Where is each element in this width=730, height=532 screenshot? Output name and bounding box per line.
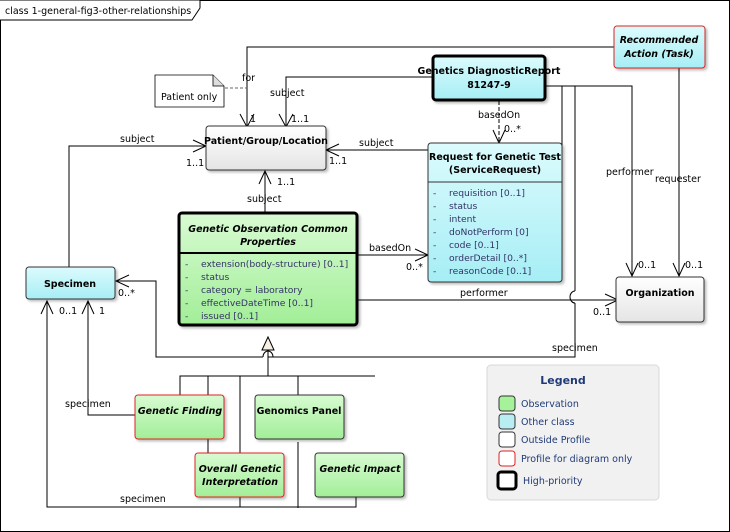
label-request-subject: subject	[359, 138, 394, 149]
note-patient-only[interactable]: Patient only	[154, 74, 225, 108]
mult-request-subject: 1..1	[329, 156, 347, 167]
label-specimen-subject: subject	[120, 134, 155, 145]
class-genetic-impact[interactable]: Genetic Impact	[314, 452, 405, 498]
mult-obs-basedon: 0..*	[406, 262, 423, 273]
legend-item-outside-profile: Outside Profile	[521, 435, 590, 446]
legend-swatch-other-class	[498, 413, 516, 430]
class-name: Organization	[625, 288, 694, 299]
label-for: for	[242, 73, 255, 84]
class-name-line1: Overall Genetic	[199, 464, 282, 475]
mult-obs-subject: 1..1	[277, 177, 295, 188]
attribute-dash: -	[433, 201, 436, 212]
legend-item-high-priority: High-priority	[523, 476, 583, 487]
attribute-dash: -	[185, 285, 188, 296]
class-name: Patient/Group/Location	[204, 136, 328, 147]
class-name-line1: Genetic Observation Common	[188, 224, 348, 235]
class-attribute: doNotPerform [0]	[449, 227, 529, 238]
mult-specimen-right: 0..*	[118, 288, 135, 299]
class-name-line2: 81247-9	[467, 80, 511, 91]
class-recommended-action[interactable]: Recommended Action (Task)	[613, 25, 706, 69]
attribute-dash: -	[185, 272, 188, 283]
class-name: Specimen	[44, 279, 96, 290]
attribute-dash: -	[433, 227, 436, 238]
class-overall-genetic-interpretation[interactable]: Overall Genetic Interpretation	[194, 452, 285, 498]
class-attribute: status	[449, 201, 477, 212]
class-patient-group-location[interactable]: Patient/Group/Location	[204, 125, 328, 171]
class-genetics-diagnostic-report[interactable]: Genetics DiagnosticReport 81247-9	[418, 54, 561, 102]
class-genetic-observation-common-properties[interactable]: Genetic Observation Common Properties - e…	[177, 211, 359, 327]
line-hop	[569, 290, 576, 304]
note-text: Patient only	[161, 92, 218, 103]
legend-swatch-high-priority	[496, 470, 518, 491]
mult-report-basedon: 0..*	[504, 124, 521, 135]
class-attribute: status	[201, 272, 229, 283]
label-requester: requester	[655, 174, 701, 185]
label-obs-performer: performer	[460, 288, 508, 299]
attribute-dash: -	[433, 266, 436, 277]
mult-specimen-bottom: 0..1	[59, 306, 77, 317]
diagram-title: class 1-general-fig3-other-relationships	[5, 6, 191, 17]
label-obs-subject: subject	[247, 194, 282, 205]
legend-item-observation: Observation	[521, 399, 579, 410]
class-name: Genetic Finding	[138, 406, 223, 417]
attribute-dash: -	[433, 253, 436, 264]
class-name-line1: Recommended	[620, 35, 699, 46]
label-specimen-bottom: specimen	[120, 494, 166, 505]
legend-item-other-class: Other class	[521, 417, 575, 428]
label-specimen-finding: specimen	[65, 399, 111, 410]
class-name-line2: Properties	[240, 237, 296, 248]
class-attribute: reasonCode [0..1]	[449, 266, 531, 277]
class-name-line2: Interpretation	[202, 477, 278, 488]
attribute-dash: -	[185, 259, 188, 270]
generalization-arrow	[261, 335, 275, 351]
mult-for: 1	[250, 114, 256, 125]
class-genomics-panel[interactable]: Genomics Panel	[254, 394, 345, 440]
attribute-dash: -	[185, 311, 188, 322]
attribute-dash: -	[433, 240, 436, 251]
class-attribute: orderDetail [0..*]	[449, 253, 527, 264]
mult-performer: 0..1	[638, 260, 656, 271]
label-performer: performer	[606, 167, 654, 178]
class-name-line2: Action (Task)	[623, 49, 694, 60]
legend: Legend Observation Other class Outside P…	[486, 364, 660, 501]
class-specimen[interactable]: Specimen	[25, 266, 116, 300]
diagram-title-tab: class 1-general-fig3-other-relationships	[0, 0, 201, 21]
class-attribute: category = laboratory	[201, 285, 303, 296]
class-attribute: effectiveDateTime [0..1]	[201, 298, 313, 309]
mult-specimen-finding: 1	[99, 306, 105, 317]
class-diagram: class 1-general-fig3-other-relationships	[0, 0, 706, 508]
class-attribute: code [0..1]	[449, 240, 499, 251]
class-name-line2: (ServiceRequest)	[449, 165, 541, 176]
label-obs-basedon: basedOn	[369, 243, 411, 254]
class-attribute: requisition [0..1]	[449, 188, 525, 199]
class-name: Genomics Panel	[257, 406, 342, 417]
mult-specimen-subject: 1..1	[186, 158, 204, 169]
mult-obs-performer: 0..1	[593, 307, 611, 318]
label-report-subject: subject	[270, 88, 305, 99]
class-genetic-finding[interactable]: Genetic Finding	[134, 394, 225, 440]
legend-swatch-profile-diagram-only	[498, 450, 516, 467]
class-name-line1: Request for Genetic Test	[429, 152, 561, 163]
label-specimen-right: specimen	[552, 343, 598, 354]
attribute-dash: -	[185, 298, 188, 309]
class-attribute: extension(body-structure) [0..1]	[201, 259, 348, 270]
legend-title: Legend	[540, 374, 586, 387]
legend-item-profile-diagram-only: Profile for diagram only	[521, 454, 633, 465]
class-name: Genetic Impact	[319, 464, 400, 475]
label-report-basedon: basedOn	[478, 110, 520, 121]
class-attribute: issued [0..1]	[201, 311, 258, 322]
class-organization[interactable]: Organization	[615, 276, 705, 323]
attribute-dash: -	[433, 188, 436, 199]
class-name-line1: Genetics DiagnosticReport	[418, 66, 561, 77]
attribute-dash: -	[433, 214, 436, 225]
legend-swatch-outside-profile	[498, 431, 516, 448]
mult-report-subject: 1..1	[291, 114, 309, 125]
mult-requester: 0..1	[685, 260, 703, 271]
connector-finding-specimen[interactable]	[87, 301, 135, 416]
class-request-for-genetic-test[interactable]: Request for Genetic Test (ServiceRequest…	[427, 142, 563, 283]
legend-swatch-observation	[498, 395, 516, 412]
class-attribute: intent	[449, 214, 476, 225]
